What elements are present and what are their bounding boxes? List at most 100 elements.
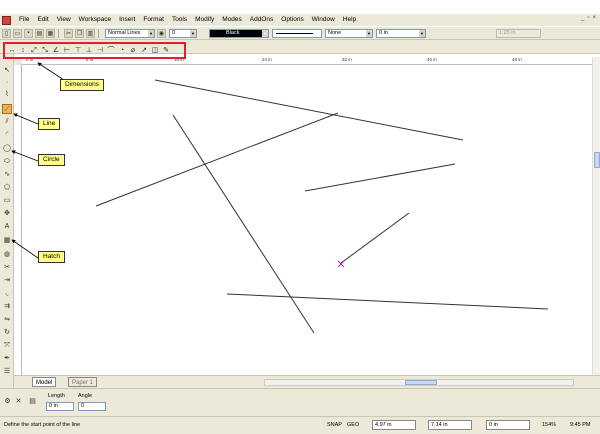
eye-icon[interactable]: ◉ <box>157 28 166 38</box>
angle-input[interactable]: 0 <box>78 402 106 411</box>
radius-dimension-icon[interactable]: ◔ <box>118 47 126 55</box>
polyline-icon[interactable]: ⌇ <box>2 90 12 100</box>
chevron-down-icon: ▼ <box>366 29 372 37</box>
callout-line: Line <box>38 118 61 130</box>
print-icon[interactable]: ▤ <box>35 28 44 38</box>
point-icon[interactable]: · <box>2 78 12 88</box>
extend-icon[interactable]: ⇥ <box>2 276 12 286</box>
menu-addons[interactable]: AddOns <box>246 14 278 26</box>
layer-icon[interactable]: ☰ <box>2 367 12 377</box>
y-coordinate[interactable]: 7.14 in <box>428 420 472 430</box>
select-arrow-icon[interactable]: ↖ <box>2 66 12 76</box>
status-prompt: Define the start point of the line <box>4 422 81 428</box>
fillet-icon[interactable]: ◟ <box>2 289 12 299</box>
datum-dimension-icon[interactable]: ◫ <box>151 47 159 55</box>
offset-icon[interactable]: ⇉ <box>2 302 12 312</box>
line-pattern-select[interactable] <box>272 28 322 38</box>
line-tool-icon[interactable]: ⟋ <box>2 104 12 114</box>
continuous-dimension-icon[interactable]: ⊥ <box>85 47 93 55</box>
menu-modes[interactable]: Modes <box>218 14 246 26</box>
minimize-icon[interactable]: _ <box>581 15 584 21</box>
color-select[interactable]: Black ▼ <box>209 28 269 38</box>
hatch-tool-icon[interactable]: ▦ <box>2 236 12 246</box>
drawn-line <box>172 114 315 334</box>
print-preview-icon[interactable]: ▦ <box>46 28 55 38</box>
double-line-icon[interactable]: ⫽ <box>2 117 12 127</box>
menu-help[interactable]: Help <box>339 14 360 26</box>
scale-icon[interactable]: ⤧ <box>2 341 12 351</box>
close-icon[interactable]: × <box>592 15 596 21</box>
horizontal-scrollbar[interactable] <box>264 379 574 386</box>
menu-options[interactable]: Options <box>277 14 307 26</box>
angular-dimension-icon[interactable]: ∠ <box>52 47 60 55</box>
arc-dimension-icon[interactable]: ⌒ <box>107 47 115 55</box>
paste-icon[interactable]: ▥ <box>86 28 95 38</box>
edit-dimension-icon[interactable]: ✎ <box>162 47 170 55</box>
tab-paper-1[interactable]: Paper 1 <box>68 377 98 387</box>
snap-toggle[interactable]: SNAP <box>327 422 342 428</box>
leader-dimension-icon[interactable]: ↗ <box>140 47 148 55</box>
restore-icon[interactable]: ▫ <box>587 15 589 21</box>
menu-file[interactable]: File <box>15 14 33 26</box>
rotate-icon[interactable]: ↻ <box>2 328 12 338</box>
mirror-icon[interactable]: ⇋ <box>2 315 12 325</box>
diameter-dimension-icon[interactable]: ⌀ <box>129 47 137 55</box>
ellipse-icon[interactable]: ⬭ <box>2 157 12 167</box>
horizontal-scroll-thumb[interactable] <box>405 380 437 385</box>
rotated-dimension-icon[interactable]: ⤡ <box>41 47 49 55</box>
vertical-scrollbar[interactable] <box>592 57 600 375</box>
cut-icon[interactable]: ✂ <box>64 28 73 38</box>
vertical-dimension-icon[interactable]: ↕ <box>19 47 27 55</box>
symbol-icon[interactable]: ◍ <box>2 250 12 260</box>
keyboard-icon[interactable]: ▤ <box>28 397 37 406</box>
cancel-icon[interactable]: ✕ <box>14 397 23 406</box>
menu-edit[interactable]: Edit <box>33 14 52 26</box>
window-controls: _ ▫ × <box>581 15 596 21</box>
chevron-down-icon: ▼ <box>262 29 268 37</box>
geo-toggle[interactable]: GEO <box>347 422 359 428</box>
toolbar-separator <box>58 28 59 38</box>
circle-tool-icon[interactable]: ◯ <box>2 144 12 154</box>
fill-select[interactable]: None ▼ <box>325 28 373 38</box>
thickness-select[interactable]: 0 in ▼ <box>376 28 426 38</box>
menu-view[interactable]: View <box>53 14 75 26</box>
chevron-down-icon: ▼ <box>148 29 154 37</box>
standard-toolbar: ▯ ▭ ▪ ▤ ▦ ✂ ❐ ▥ Normal Lines ▼ ◉ 0 ▼ Bla… <box>0 27 600 40</box>
aligned-dimension-icon[interactable]: ⤢ <box>30 47 38 55</box>
rectangle-icon[interactable]: ▭ <box>2 196 12 206</box>
chain-dimension-icon[interactable]: ⊣ <box>96 47 104 55</box>
tool-options-icon[interactable]: ⚙ <box>3 397 12 406</box>
x-coordinate[interactable]: 4.97 in <box>372 420 416 430</box>
vertical-scroll-thumb[interactable] <box>594 152 600 168</box>
baseline-dimension-icon[interactable]: ⊢ <box>63 47 71 55</box>
text-icon[interactable]: A <box>2 222 12 232</box>
open-folder-icon[interactable]: ▭ <box>13 28 22 38</box>
save-icon[interactable]: ▪ <box>24 28 33 38</box>
menu-format[interactable]: Format <box>139 14 168 26</box>
line-style-select[interactable]: Normal Lines ▼ <box>105 28 155 38</box>
arc-icon[interactable]: ◜ <box>2 130 12 140</box>
length-input[interactable]: 0 in <box>46 402 74 411</box>
menu-tools[interactable]: Tools <box>168 14 191 26</box>
ruler-tick-label: 48 in <box>512 57 522 62</box>
tab-model[interactable]: Model <box>32 377 57 387</box>
menu-window[interactable]: Window <box>308 14 339 26</box>
app-icon[interactable] <box>2 15 11 25</box>
line-weight-select[interactable]: 0 ▼ <box>169 28 197 38</box>
zoom-level: 154% <box>542 422 557 428</box>
new-file-icon[interactable]: ▯ <box>2 28 11 38</box>
ordinate-dimension-icon[interactable]: ⊤ <box>74 47 82 55</box>
drawing-canvas[interactable] <box>22 65 592 375</box>
move-icon[interactable]: ✥ <box>2 209 12 219</box>
menu-modify[interactable]: Modify <box>191 14 218 26</box>
pen-icon[interactable]: ✒ <box>2 354 12 364</box>
menu-insert[interactable]: Insert <box>115 14 139 26</box>
curve-icon[interactable]: ∿ <box>2 170 12 180</box>
sheet-tabs-bar: Model Paper 1 <box>14 375 600 388</box>
horizontal-dimension-icon[interactable]: ↔ <box>8 47 16 55</box>
copy-icon[interactable]: ❐ <box>75 28 84 38</box>
menu-workspace[interactable]: Workspace <box>75 14 115 26</box>
trim-icon[interactable]: ✂ <box>2 263 12 273</box>
z-coordinate[interactable]: 0 in <box>486 420 530 430</box>
polygon-icon[interactable]: ⬠ <box>2 183 12 193</box>
